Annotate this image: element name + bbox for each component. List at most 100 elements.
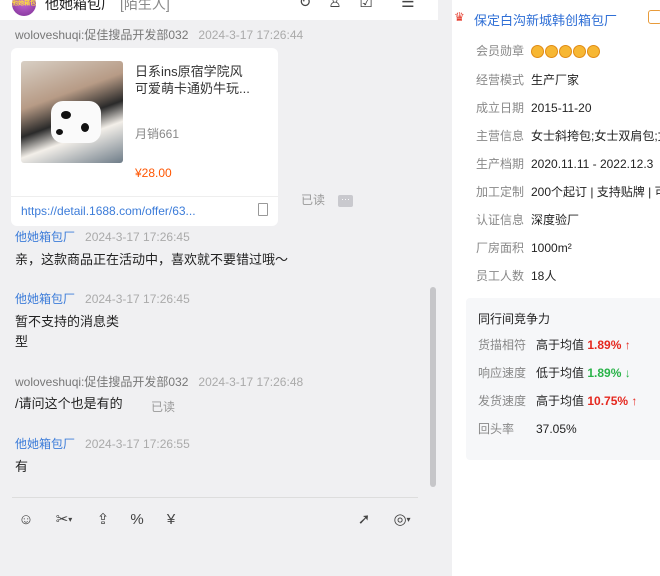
info-value: 2015-11-20	[531, 101, 592, 115]
shop-avatar[interactable]: 他她箱包	[12, 0, 36, 16]
info-label: 加工定制	[476, 185, 525, 199]
info-value: 生产厂家	[531, 73, 580, 87]
message-meta: 他她箱包厂 2024-3-17 17:26:45	[15, 290, 190, 307]
scrollbar[interactable]	[430, 287, 436, 487]
info-value: 女士斜挎包;女士双肩包;女	[531, 129, 660, 143]
add-contact-icon[interactable]: ♙	[325, 0, 345, 14]
product-title[interactable]: 日系ins原宿学院风 可爱萌卡通奶牛玩...	[135, 63, 267, 97]
read-status: 已读	[151, 400, 176, 414]
message-text: 有	[15, 459, 29, 474]
info-value: 18人	[531, 269, 557, 283]
send-icon[interactable]: ➚	[354, 510, 374, 530]
compete-value: 10.75%	[587, 394, 629, 408]
chat-subtitle: [陌生人]	[120, 0, 170, 12]
info-row-cert: 认证信息 深度验厂	[476, 211, 579, 228]
input-toolbar: ☺ ✂▾ ⇪ % ¥ ➚ ◎▾	[0, 498, 438, 576]
compete-compare: 低于均值	[536, 366, 585, 380]
compete-row: 响应速度 低于均值 1.89% ↓	[478, 364, 631, 381]
medal-icon	[559, 45, 572, 59]
share-icon[interactable]: ↻	[295, 0, 315, 14]
info-row-custom: 加工定制 200个起订 | 支持贴牌 | 可	[476, 183, 660, 200]
product-image[interactable]	[21, 61, 123, 163]
discount-icon[interactable]: %	[127, 510, 147, 530]
message-meta: 他她箱包厂 2024-3-17 17:26:55	[15, 435, 190, 452]
chat-header: 他她箱包 他她箱包厂 [陌生人] ↻ ♙ ☑ ☰	[0, 0, 438, 20]
compete-label: 回头率	[478, 422, 515, 436]
info-label: 认证信息	[476, 213, 525, 227]
message-text: 暂不支持的消息类 型	[15, 312, 119, 352]
upload-icon[interactable]: ⇪	[93, 510, 113, 530]
shop-name-link[interactable]: 保定白沟新城韩创箱包厂	[474, 10, 617, 29]
competitiveness-title: 同行间竞争力	[478, 312, 551, 326]
info-label: 生产档期	[476, 157, 525, 171]
screenshot-icon[interactable]: ✂▾	[50, 510, 78, 530]
message-time: 2024-3-17 17:26:55	[85, 437, 190, 451]
chat-title: 他她箱包厂	[45, 0, 115, 12]
message-time: 2024-3-17 17:26:45	[85, 292, 190, 306]
medal-icons	[531, 44, 601, 59]
menu-icon[interactable]: ☰	[398, 0, 418, 14]
cow-spot	[56, 129, 63, 135]
read-status: 已读	[301, 193, 326, 207]
message-sender[interactable]: 他她箱包厂	[15, 292, 75, 306]
info-label: 厂房面积	[476, 241, 525, 255]
medal-icon	[587, 45, 600, 59]
product-url-link[interactable]: https://detail.1688.com/offer/63...	[21, 204, 196, 218]
info-label: 经营模式	[476, 73, 525, 87]
product-sales: 月销661	[135, 127, 180, 141]
message-text-line: 型	[15, 334, 29, 349]
emoji-icon[interactable]: ☺	[16, 510, 36, 530]
info-row-medal: 会员勋章	[476, 42, 601, 59]
medal-icon	[573, 45, 586, 59]
compete-label: 发货速度	[478, 394, 527, 408]
arrow-down-icon: ↓	[624, 366, 631, 380]
message-time: 2024-3-17 17:26:44	[198, 28, 304, 42]
shop-logo-icon: ♛	[454, 10, 465, 24]
message-sender[interactable]: 他她箱包厂	[15, 230, 75, 244]
message-sender[interactable]: 他她箱包厂	[15, 437, 75, 451]
quick-reply-icon[interactable]: ◎▾	[387, 510, 417, 530]
document-icon[interactable]	[258, 203, 268, 216]
product-link-bar: https://detail.1688.com/offer/63...	[11, 196, 278, 226]
compete-compare: 高于均值	[536, 394, 585, 408]
info-row-schedule: 生产档期 2020.11.11 - 2022.12.3	[476, 155, 653, 172]
product-card[interactable]: 日系ins原宿学院风 可爱萌卡通奶牛玩... 月销661 ¥28.00 http…	[11, 48, 278, 226]
compete-label: 货描相符	[478, 338, 527, 352]
message-sender: woloveshuqi:促佳搜品开发部032	[15, 375, 189, 389]
info-value: 深度验厂	[531, 213, 580, 227]
compete-row: 回头率 37.05%	[478, 420, 577, 437]
medal-icon	[545, 45, 558, 59]
info-row-mode: 经营模式 生产厂家	[476, 71, 579, 88]
compete-value: 37.05%	[536, 422, 577, 436]
message-text-line: 暂不支持的消息类	[15, 314, 120, 329]
message-list[interactable]: woloveshuqi:促佳搜品开发部032 2024-3-17 17:26:44…	[0, 20, 438, 498]
message-text: 亲，这款商品正在活动中，喜欢就不要错过哦～	[15, 252, 289, 267]
info-label: 主营信息	[476, 129, 525, 143]
cow-spot	[81, 123, 89, 132]
product-image-bag	[51, 101, 101, 143]
info-value: 2020.11.11 - 2022.12.3	[531, 157, 654, 171]
message-time: 2024-3-17 17:26:45	[85, 230, 190, 244]
message-meta: woloveshuqi:促佳搜品开发部032 2024-3-17 17:26:44	[15, 26, 303, 43]
more-icon[interactable]: ···	[338, 195, 353, 207]
compete-value: 1.89%	[587, 366, 622, 380]
product-price: ¥28.00	[135, 166, 172, 180]
medal-icon	[531, 45, 544, 59]
product-title-line: 日系ins原宿学院风	[135, 64, 243, 79]
info-row-staff: 员工人数 18人	[476, 267, 556, 284]
compete-label: 响应速度	[478, 366, 527, 380]
message-time: 2024-3-17 17:26:48	[198, 375, 304, 389]
coupon-icon[interactable]: ¥	[161, 510, 181, 530]
message-meta: woloveshuqi:促佳搜品开发部032 2024-3-17 17:26:48	[15, 373, 303, 390]
message-sender: woloveshuqi:促佳搜品开发部032	[15, 28, 189, 42]
info-label: 员工人数	[476, 269, 525, 283]
info-row-founded: 成立日期 2015-11-20	[476, 99, 592, 116]
shop-badge-icon[interactable]	[648, 10, 660, 24]
compete-row: 发货速度 高于均值 10.75% ↑	[478, 392, 637, 409]
shop-info-panel: ♛ 保定白沟新城韩创箱包厂 会员勋章 经营模式 生产厂家 成立日期 2015-11-…	[452, 0, 660, 576]
check-icon[interactable]: ☑	[356, 0, 376, 14]
product-title-line: 可爱萌卡通奶牛玩...	[135, 81, 250, 96]
compete-compare: 高于均值	[536, 338, 585, 352]
info-value: 1000m²	[531, 241, 572, 255]
compete-row: 货描相符 高于均值 1.89% ↑	[478, 336, 631, 353]
